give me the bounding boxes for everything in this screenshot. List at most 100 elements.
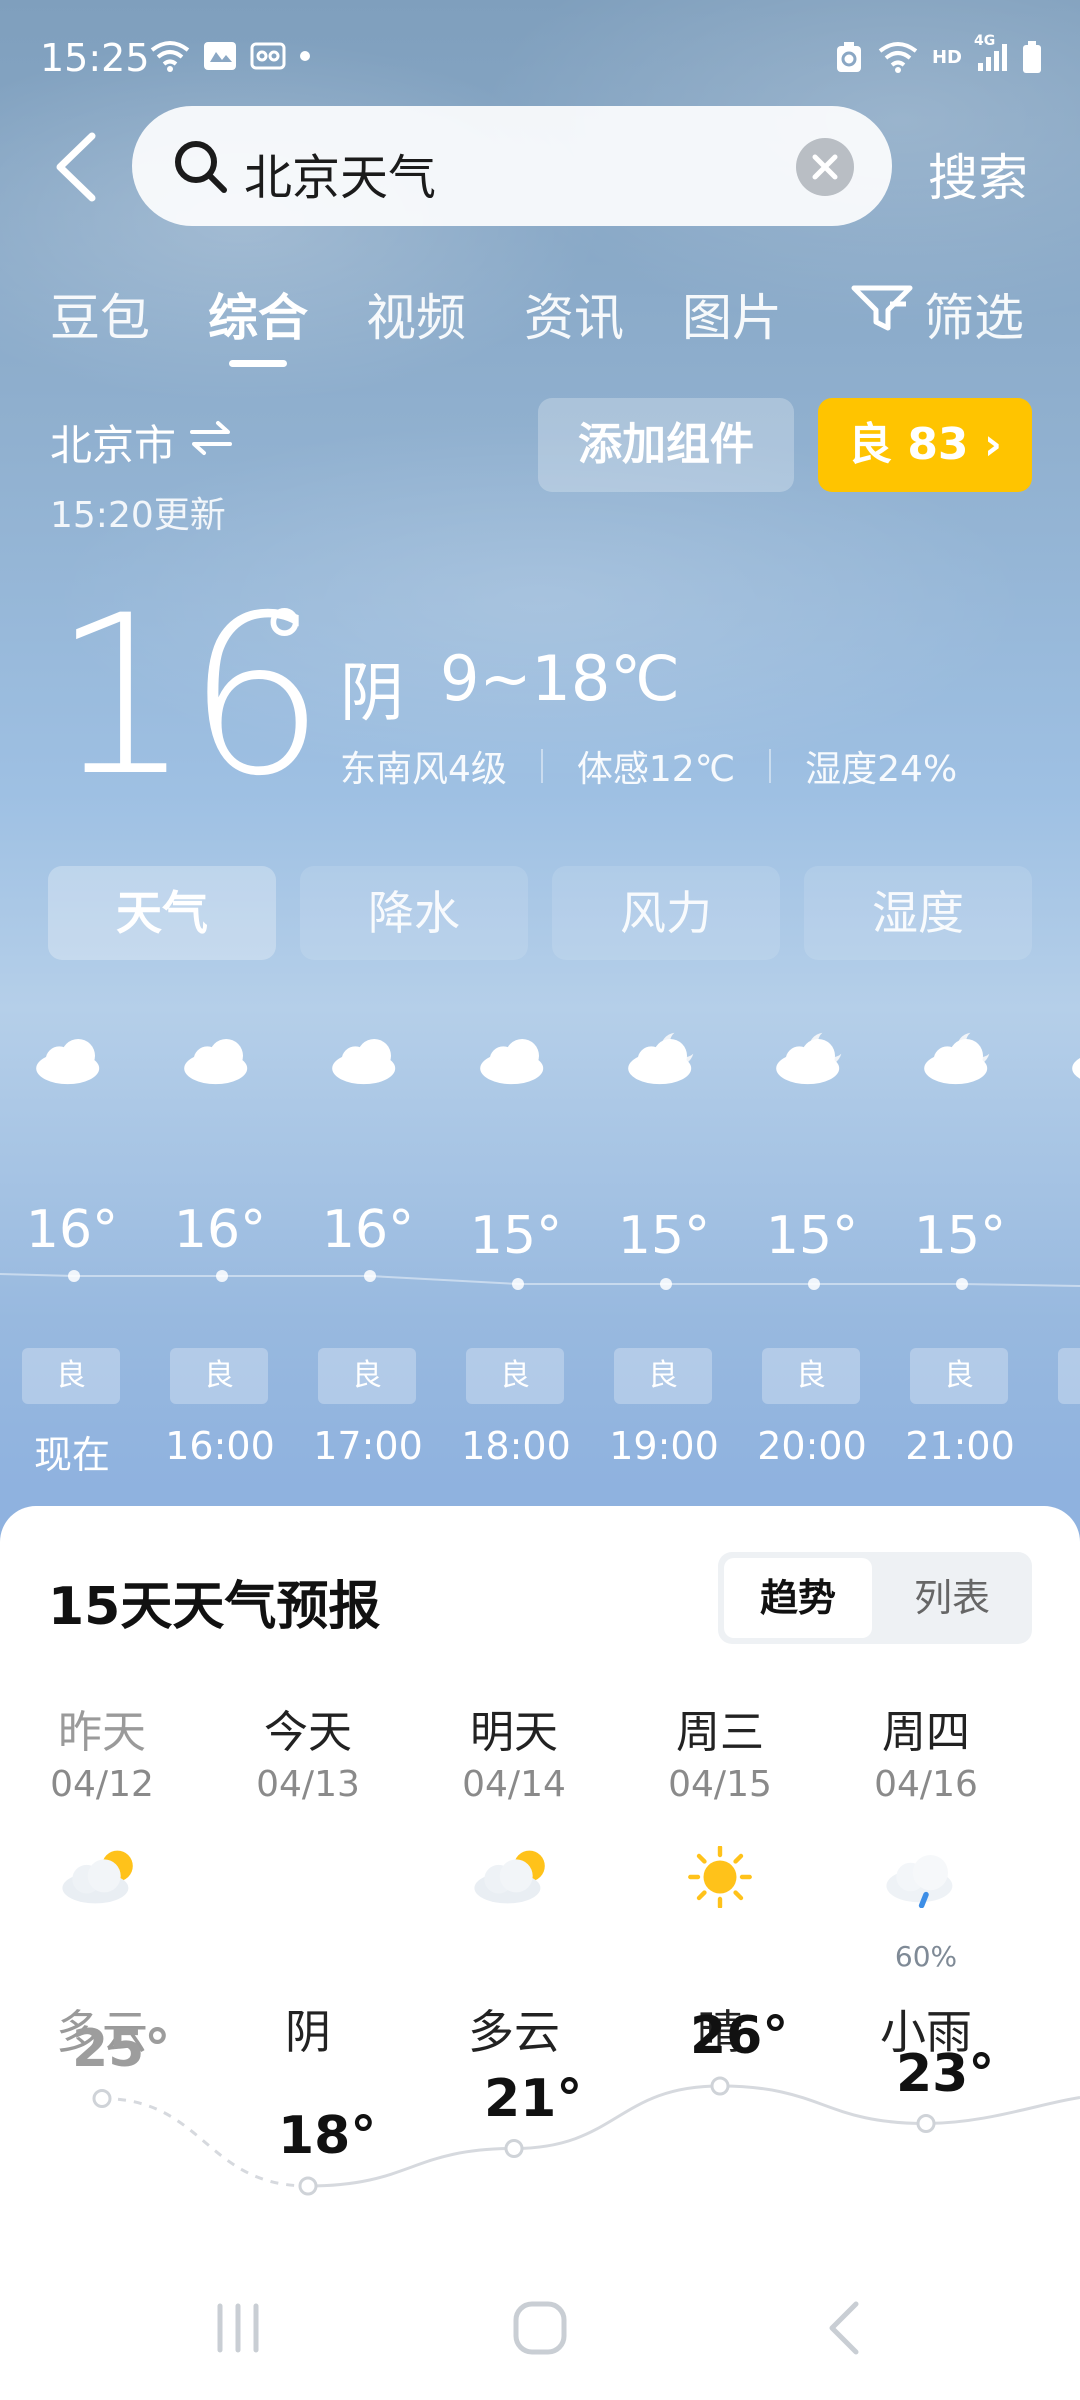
notification-icon	[202, 40, 238, 72]
hourly-forecast[interactable]: 16° 良现在 16° 良 16:00 16° 良 17:00 15° 良 18:00 15° 良 19:…	[0, 1010, 1080, 1490]
hour-time: 16:00	[165, 1424, 275, 1468]
search-button[interactable]: 搜索	[928, 138, 1028, 210]
status-icons-left	[150, 40, 312, 72]
hour-temp: 15°	[469, 1206, 563, 1266]
trend-point	[916, 2114, 936, 2133]
active-tab-indicator	[229, 360, 287, 367]
recents-icon[interactable]	[210, 2300, 266, 2360]
home-icon[interactable]	[510, 2298, 570, 2362]
day-name: 昨天	[58, 1707, 146, 1758]
hour-item: 16° 良现在	[2, 1010, 142, 1490]
day-name: 周三	[676, 1707, 764, 1758]
search-input[interactable]: 北京天气	[132, 106, 892, 226]
tab-images[interactable]: 图片	[682, 278, 782, 350]
status-time: 15:25	[40, 36, 150, 80]
day-date: 04/14	[462, 1764, 566, 1805]
partly-cloudy-icon	[58, 1846, 146, 1912]
current-details: 东南风4级 体感12℃ 湿度24%	[340, 740, 957, 792]
day-date: 04/15	[668, 1764, 772, 1805]
tab-video[interactable]: 视频	[366, 278, 466, 350]
hour-temp: 16°	[25, 1200, 119, 1260]
search-icon	[170, 136, 230, 200]
day-high-temp: 25°	[72, 2018, 171, 2079]
filter-label: 筛选	[924, 289, 1024, 347]
cloud-icon	[264, 1846, 352, 1912]
wifi-icon	[150, 40, 190, 72]
day-condition: 多云	[468, 2005, 560, 2059]
day-condition: 阴	[285, 2005, 331, 2059]
category-tabs: 天气 降水 风力 湿度	[48, 866, 1032, 960]
hour-time: 21:00	[905, 1424, 1015, 1468]
day-date: 04/16	[874, 1764, 978, 1805]
trend-point	[92, 2089, 112, 2108]
rain-icon	[882, 1846, 970, 1912]
aqi-button[interactable]: 良 83 ›	[818, 398, 1032, 492]
day-date: 04/13	[256, 1764, 360, 1805]
hour-temp: 15°	[913, 1206, 1007, 1266]
filter-button[interactable]: 筛选	[850, 278, 1024, 350]
hour-temp: 16°	[173, 1200, 267, 1260]
city-name: 北京市	[50, 421, 177, 470]
wind-text: 东南风4级	[340, 749, 507, 790]
cloudy-night-icon	[624, 1030, 708, 1094]
humidity-text: 湿度24%	[805, 749, 958, 790]
back-arrow-icon	[56, 132, 96, 202]
hour-time: 18:00	[461, 1424, 571, 1468]
wifi-icon-right	[878, 41, 918, 73]
switch-icon	[188, 418, 234, 468]
navigation-bar	[0, 2260, 1080, 2400]
search-tabs: 豆包 综合 视频 资讯 图片 筛选	[0, 272, 1080, 372]
hour-temp: 15°	[765, 1206, 859, 1266]
hour-item-partial	[1038, 1010, 1080, 1490]
search-query: 北京天气	[244, 150, 437, 206]
hour-item: 16° 良 17:00	[298, 1010, 438, 1490]
precip-probability: 60%	[894, 1940, 958, 1973]
cat-tab-weather[interactable]: 天气	[48, 866, 276, 960]
signal-type-label: 4G	[974, 33, 996, 49]
hour-time: 20:00	[757, 1424, 867, 1468]
city-selector[interactable]: 北京市	[50, 412, 234, 473]
back-button[interactable]	[46, 122, 106, 212]
cloud-icon	[32, 1030, 116, 1094]
hour-time: 17:00	[313, 1424, 423, 1468]
day-high-temp: 23°	[896, 2043, 995, 2104]
degree-symbol: °	[262, 592, 307, 697]
back-nav-icon[interactable]	[820, 2298, 870, 2362]
trend-point	[504, 2139, 524, 2158]
tab-all[interactable]: 综合	[208, 278, 308, 350]
tab-news[interactable]: 资讯	[524, 278, 624, 350]
cloudy-night-icon	[1068, 1030, 1080, 1094]
day-date: 04/12	[50, 1764, 154, 1805]
signal-icon: 4G	[974, 33, 1008, 73]
tab-doubao[interactable]: 豆包	[50, 278, 150, 350]
status-icons-right: HD 4G	[834, 33, 1042, 74]
hour-aqi-badge: 良	[466, 1348, 564, 1404]
hour-aqi-badge: 良	[910, 1348, 1008, 1404]
hour-item: 15° 良 19:00	[594, 1010, 734, 1490]
cloud-icon	[476, 1030, 560, 1094]
trend-point	[710, 2076, 730, 2096]
cat-tab-precipitation[interactable]: 降水	[300, 866, 528, 960]
voicemail-icon	[250, 40, 286, 72]
cloud-icon	[180, 1030, 264, 1094]
cloudy-night-icon	[772, 1030, 856, 1094]
add-widget-button[interactable]: 添加组件	[538, 398, 794, 492]
cloud-icon	[328, 1030, 412, 1094]
clear-icon[interactable]	[796, 138, 854, 196]
divider	[540, 749, 543, 783]
day-name: 今天	[264, 1707, 352, 1758]
hour-aqi-badge: 良	[22, 1348, 120, 1404]
update-time: 15:20更新	[50, 495, 226, 536]
hour-aqi-badge: 良	[318, 1348, 416, 1404]
cat-tab-humidity[interactable]: 湿度	[804, 866, 1032, 960]
trend-point	[298, 2176, 318, 2196]
divider	[769, 749, 772, 783]
hour-temp: 16°	[321, 1200, 415, 1260]
day-high-temp: 18°	[278, 2106, 377, 2166]
hour-item: 15° 良 18:00	[446, 1010, 586, 1490]
day-name: 明天	[470, 1707, 558, 1758]
hour-time: 19:00	[609, 1424, 719, 1468]
cat-tab-wind[interactable]: 风力	[552, 866, 780, 960]
battery-icon	[1022, 40, 1042, 74]
hour-aqi-badge	[1058, 1348, 1080, 1404]
